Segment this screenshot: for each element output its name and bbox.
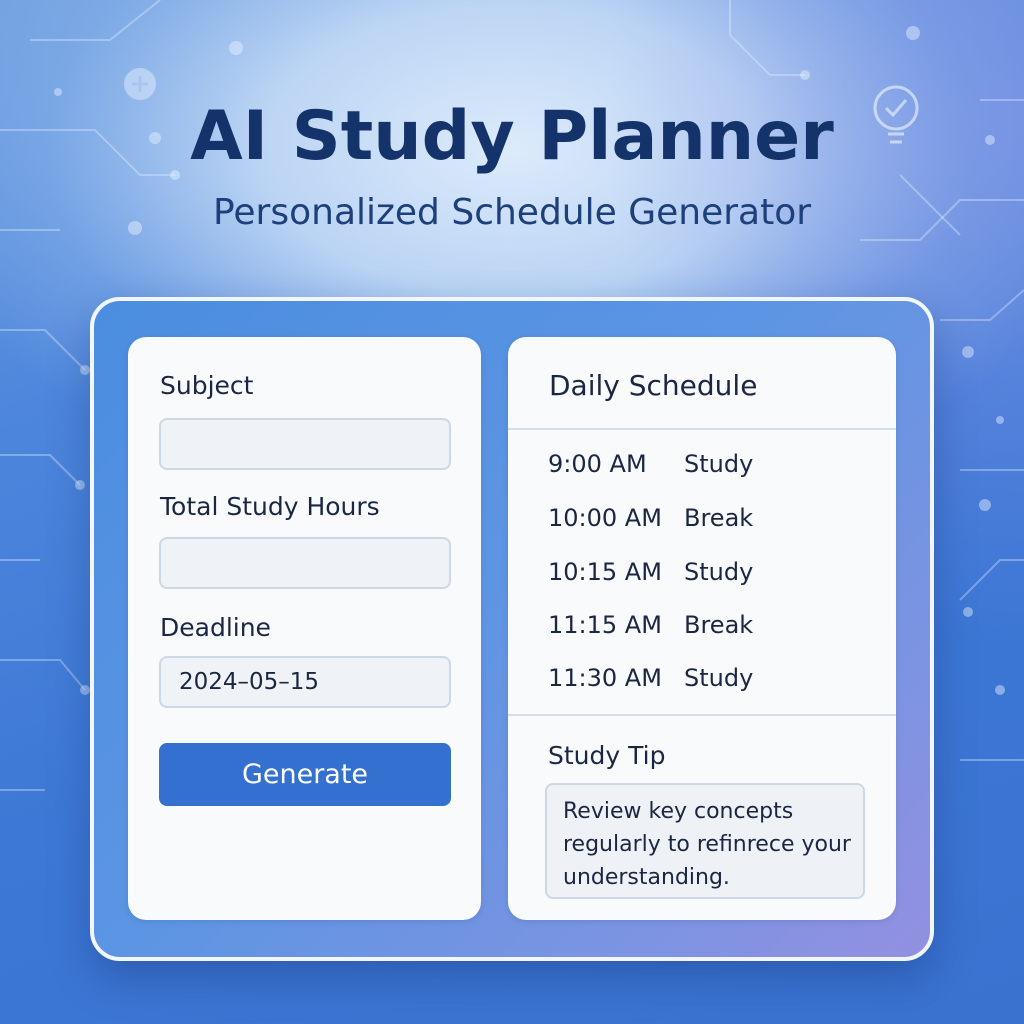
study-tip-box: Review key concepts regularly to refinre… — [545, 783, 865, 899]
subject-label: Subject — [160, 371, 254, 400]
schedule-time: 10:00 AM — [548, 504, 662, 532]
total-hours-label: Total Study Hours — [160, 492, 380, 521]
tip-divider — [508, 714, 896, 716]
schedule-activity: Break — [684, 504, 754, 532]
deadline-label: Deadline — [160, 613, 271, 642]
schedule-activity: Break — [684, 611, 754, 639]
study-tip-title: Study Tip — [548, 741, 666, 770]
schedule-time: 9:00 AM — [548, 450, 647, 478]
deadline-input[interactable] — [159, 656, 451, 708]
schedule-activity: Study — [684, 450, 754, 478]
schedule-header-divider — [508, 428, 896, 430]
page-subtitle: Personalized Schedule Generator — [212, 192, 812, 233]
generate-button[interactable]: Generate — [159, 743, 451, 806]
schedule-title: Daily Schedule — [549, 369, 758, 402]
page-title: AI Study Planner — [190, 97, 834, 176]
schedule-time: 10:15 AM — [548, 558, 662, 586]
schedule-panel: Daily Schedule 9:00 AM Study 10:00 AM Br… — [508, 337, 896, 920]
hero-header: AI Study Planner Personalized Schedule G… — [0, 92, 1024, 233]
schedule-activity: Study — [684, 558, 754, 586]
subject-input[interactable] — [159, 418, 451, 470]
total-hours-input[interactable] — [159, 537, 451, 589]
schedule-time: 11:30 AM — [548, 664, 662, 692]
schedule-time: 11:15 AM — [548, 611, 662, 639]
schedule-activity: Study — [684, 664, 754, 692]
planner-form-panel: Subject Total Study Hours Deadline Gener… — [128, 337, 481, 920]
